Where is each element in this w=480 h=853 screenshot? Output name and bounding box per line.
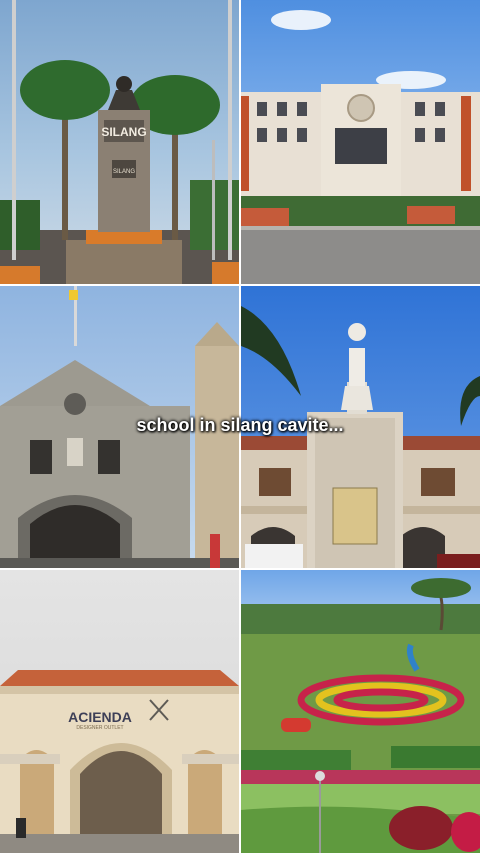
photo-acienda-outlet: ACIENDA DESIGNER OUTLET <box>0 570 239 853</box>
photo-silang-monument: SILANG SILANG <box>0 0 239 284</box>
monument-plaque-text: SILANG <box>113 169 135 175</box>
acienda-sign-subtext: DESIGNER OUTLET <box>76 725 123 731</box>
monument-sign-text: SILANG <box>101 125 146 139</box>
photo-flower-garden-park <box>241 570 480 853</box>
acienda-sign-text: ACIENDA <box>68 709 132 725</box>
caption-text: school in silang cavite... <box>136 415 344 435</box>
photo-municipal-building <box>241 0 480 284</box>
